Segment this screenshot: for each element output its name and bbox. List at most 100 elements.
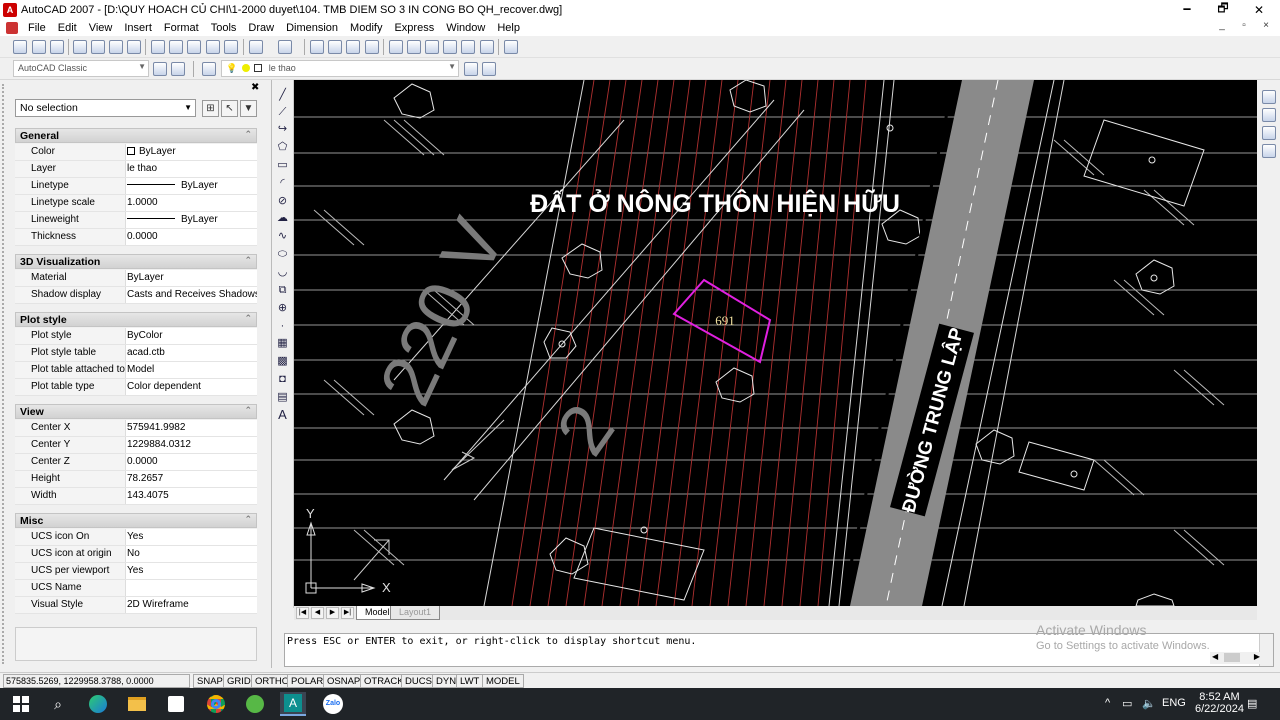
bring-front-icon[interactable] xyxy=(1262,108,1276,122)
my-workspace-icon[interactable] xyxy=(171,62,185,76)
workspace-select[interactable]: AutoCAD Classic ▼ xyxy=(13,60,149,77)
gradient-icon[interactable]: ▩ xyxy=(275,354,290,369)
prop-row[interactable]: Thickness 0.0000 xyxy=(15,229,257,246)
osnap-toggle[interactable]: OSNAP xyxy=(323,674,365,688)
ellipse-arc-icon[interactable]: ◡ xyxy=(275,265,290,280)
markup-icon[interactable] xyxy=(461,40,475,54)
line-icon[interactable]: ╱ xyxy=(275,88,290,103)
3d-dwf-icon[interactable] xyxy=(127,40,141,54)
edge-icon[interactable] xyxy=(85,692,111,716)
chrome-icon[interactable] xyxy=(203,692,229,716)
section-3d-visualization[interactable]: 3D Visualization ⌃ xyxy=(15,254,257,269)
properties-icon[interactable] xyxy=(389,40,403,54)
make-current-layer-icon[interactable] xyxy=(464,62,478,76)
circle-icon[interactable]: ⊘ xyxy=(275,194,290,209)
prop-row[interactable]: Lineweight ByLayer xyxy=(15,212,257,229)
make-block-icon[interactable]: ⊕ xyxy=(275,301,290,316)
layer-select[interactable]: 💡 le thao ▼ xyxy=(221,60,459,77)
table-icon[interactable]: ▤ xyxy=(275,390,290,405)
menu-help[interactable]: Help xyxy=(491,22,526,34)
scroll-left-icon[interactable]: ◀ xyxy=(1212,652,1218,661)
close-button[interactable]: ✕ xyxy=(1241,0,1277,19)
prop-row[interactable]: Plot table type Color dependent xyxy=(15,379,257,396)
quick-select-icon[interactable]: ▼ xyxy=(240,100,257,117)
palette-close-icon[interactable]: ✖ xyxy=(251,82,259,93)
menu-insert[interactable]: Insert xyxy=(118,22,158,34)
polygon-icon[interactable]: ⬠ xyxy=(275,140,290,155)
model-toggle[interactable]: MODEL xyxy=(482,674,524,688)
notifications-icon[interactable]: ▤ xyxy=(1247,697,1257,710)
menu-edit[interactable]: Edit xyxy=(52,22,83,34)
draw-order-icon[interactable] xyxy=(1262,90,1276,104)
section-view[interactable]: View ⌃ xyxy=(15,404,257,419)
prop-row[interactable]: UCS Name xyxy=(15,580,257,597)
windows-start-icon[interactable] xyxy=(8,692,34,716)
collapse-icon[interactable]: ⌃ xyxy=(244,129,252,140)
region-icon[interactable]: ◘ xyxy=(275,372,290,387)
sheet-set-icon[interactable] xyxy=(443,40,457,54)
calculator-icon[interactable] xyxy=(480,40,494,54)
tool-palettes-icon[interactable] xyxy=(425,40,439,54)
toggle-pickadd-icon[interactable]: ⊞ xyxy=(202,100,219,117)
insert-block-icon[interactable]: ⧉ xyxy=(275,283,290,298)
arc-icon[interactable]: ◜ xyxy=(275,176,290,191)
prop-row[interactable]: Shadow display Casts and Receives Shadows xyxy=(15,287,257,304)
rectangle-icon[interactable]: ▭ xyxy=(275,158,290,173)
search-icon[interactable]: ⌕ xyxy=(45,692,71,716)
prop-row[interactable]: Center Z 0.0000 xyxy=(15,454,257,471)
zoom-previous-icon[interactable] xyxy=(365,40,379,54)
autocad-taskbar-icon[interactable]: A xyxy=(280,692,306,716)
cut-icon[interactable] xyxy=(151,40,165,54)
minimize-button[interactable]: 🗕 xyxy=(1169,0,1205,19)
layer-previous-icon[interactable] xyxy=(482,62,496,76)
workspace-settings-icon[interactable] xyxy=(153,62,167,76)
menu-draw[interactable]: Draw xyxy=(242,22,280,34)
collapse-icon[interactable]: ⌃ xyxy=(244,313,252,324)
menu-view[interactable]: View xyxy=(83,22,119,34)
autocad-app-icon[interactable]: A xyxy=(3,2,17,17)
menu-file[interactable]: File xyxy=(22,22,52,34)
prop-row[interactable]: Linetype scale 1.0000 xyxy=(15,195,257,212)
match-properties-icon[interactable] xyxy=(206,40,220,54)
menu-window[interactable]: Window xyxy=(440,22,491,34)
construction-line-icon[interactable]: ⟋ xyxy=(275,105,290,120)
publish-icon[interactable] xyxy=(109,40,123,54)
section-misc[interactable]: Misc ⌃ xyxy=(15,513,257,528)
text-front-icon[interactable] xyxy=(1262,144,1276,158)
select-objects-icon[interactable]: ↖ xyxy=(221,100,238,117)
prop-row[interactable]: UCS icon On Yes xyxy=(15,529,257,546)
tab-layout1[interactable]: Layout1 xyxy=(390,606,441,620)
clock[interactable]: 8:52 AM 6/22/2024 xyxy=(1195,691,1244,715)
prop-row[interactable]: Material ByLayer xyxy=(15,270,257,287)
lwt-toggle[interactable]: LWT xyxy=(456,674,484,688)
plot-icon[interactable] xyxy=(73,40,87,54)
collapse-icon[interactable]: ⌃ xyxy=(244,255,252,266)
prop-row[interactable]: Layer le thao xyxy=(15,161,257,178)
selection-select[interactable]: No selection ▼ xyxy=(15,99,196,117)
next-tab-icon[interactable]: ▶ xyxy=(326,607,339,619)
help-icon[interactable] xyxy=(504,40,518,54)
drawing-canvas[interactable]: ĐƯỜNG TRUNG LẬP 2 220 V ĐẤT Ở NÔNG THÔN … xyxy=(294,80,1257,606)
undo-icon[interactable] xyxy=(249,40,263,54)
paste-icon[interactable] xyxy=(187,40,201,54)
prop-row[interactable]: Plot table attached to Model xyxy=(15,362,257,379)
prop-row[interactable]: Color ByLayer xyxy=(15,144,257,161)
block-editor-icon[interactable] xyxy=(224,40,238,54)
network-icon[interactable]: ▭ xyxy=(1122,697,1132,710)
first-tab-icon[interactable]: |◀ xyxy=(296,607,309,619)
new-icon[interactable] xyxy=(13,40,27,54)
restore-button[interactable]: 🗗 xyxy=(1205,0,1241,19)
polar-toggle[interactable]: POLAR xyxy=(287,674,328,688)
hatch-icon[interactable]: ▦ xyxy=(275,336,290,351)
tray-chevron-icon[interactable]: ^ xyxy=(1105,697,1110,709)
layer-manager-icon[interactable] xyxy=(202,62,216,76)
point-icon[interactable]: · xyxy=(275,319,290,334)
language-indicator[interactable]: ENG xyxy=(1162,697,1186,709)
copy-icon[interactable] xyxy=(169,40,183,54)
ducs-toggle[interactable]: DUCS xyxy=(401,674,436,688)
doc-minimize-icon[interactable]: _ xyxy=(1212,20,1232,35)
prop-row[interactable]: UCS icon at origin No xyxy=(15,546,257,563)
grid-toggle[interactable]: GRID xyxy=(223,674,255,688)
spline-icon[interactable]: ∿ xyxy=(275,229,290,244)
prop-row[interactable]: Height 78.2657 xyxy=(15,471,257,488)
